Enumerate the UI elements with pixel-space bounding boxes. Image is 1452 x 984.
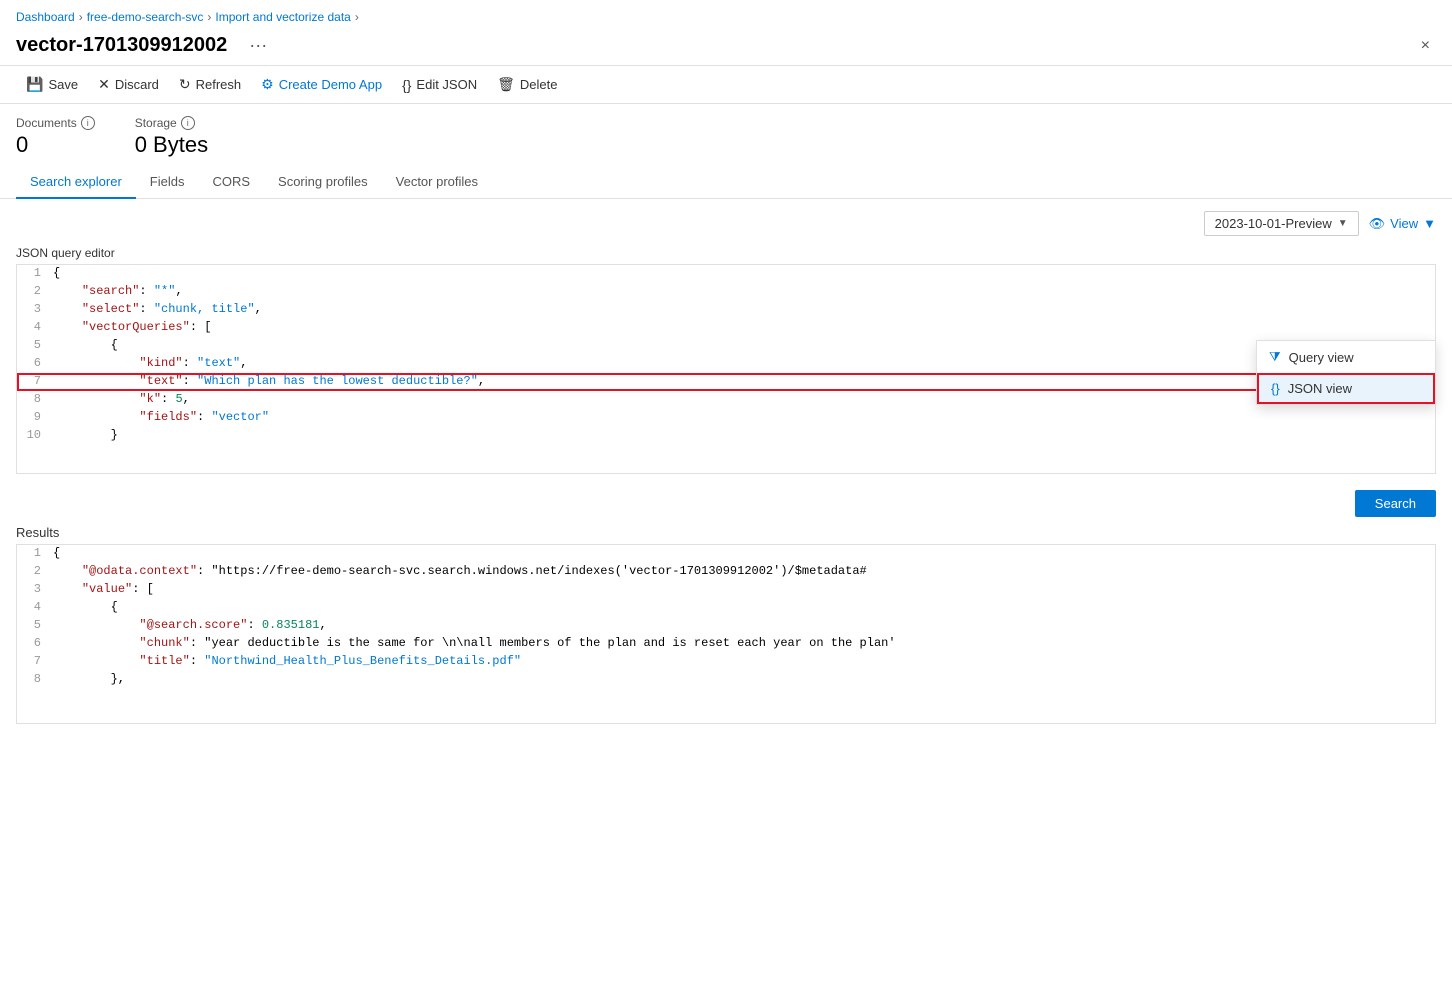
create-demo-button[interactable]: ⚙ Create Demo App	[251, 72, 392, 97]
storage-value: 0 Bytes	[135, 132, 208, 158]
funnel-icon: ⧩	[1269, 349, 1281, 365]
tab-search-explorer[interactable]: Search explorer	[16, 166, 136, 199]
tab-fields[interactable]: Fields	[136, 166, 199, 199]
edit-json-button[interactable]: {} Edit JSON	[392, 73, 487, 97]
results-section: Results 1{2 "@odata.context": "https://f…	[16, 525, 1436, 724]
code-line-7: 7 "text": "Which plan has the lowest ded…	[17, 373, 1435, 391]
code-line-3: 3 "value": [	[17, 581, 1435, 599]
save-button[interactable]: 💾 Save	[16, 72, 88, 97]
code-line-1: 1{	[17, 265, 1435, 283]
refresh-icon: ↻	[179, 76, 191, 93]
code-line-6: 6 "chunk": "year deductible is the same …	[17, 635, 1435, 653]
toolbar: 💾 Save ✕ Discard ↻ Refresh ⚙ Create Demo…	[0, 65, 1452, 104]
tab-cors[interactable]: CORS	[198, 166, 264, 199]
search-button[interactable]: Search	[1355, 490, 1436, 517]
main-content: 2023-10-01-Preview ▼ 👁 View ▼ ⧩ Query vi…	[0, 211, 1452, 724]
documents-info-icon[interactable]: i	[81, 116, 95, 130]
close-button[interactable]: ×	[1415, 35, 1436, 57]
refresh-button[interactable]: ↻ Refresh	[169, 72, 251, 97]
breadcrumb-import[interactable]: Import and vectorize data	[215, 10, 350, 24]
discard-icon: ✕	[98, 76, 110, 93]
eye-icon: 👁	[1369, 216, 1386, 232]
page-header: vector-1701309912002 ··· ×	[0, 30, 1452, 65]
edit-json-icon: {}	[402, 77, 411, 93]
tab-vector-profiles[interactable]: Vector profiles	[382, 166, 492, 199]
code-line-1: 1{	[17, 545, 1435, 563]
page-title: vector-1701309912002	[16, 34, 227, 57]
code-line-10: 10 }	[17, 427, 1435, 445]
code-line-4: 4 "vectorQueries": [	[17, 319, 1435, 337]
breadcrumb: Dashboard › free-demo-search-svc › Impor…	[0, 0, 1452, 30]
code-line-2: 2 "search": "*",	[17, 283, 1435, 301]
code-line-8: 8 },	[17, 671, 1435, 689]
delete-button[interactable]: 🗑 Delete	[487, 72, 567, 97]
discard-button[interactable]: ✕ Discard	[88, 72, 169, 97]
results-label: Results	[16, 525, 1436, 540]
editor-label: JSON query editor	[16, 246, 1436, 260]
braces-icon: {}	[1271, 381, 1280, 396]
documents-value: 0	[16, 132, 95, 158]
version-dropdown[interactable]: 2023-10-01-Preview ▼	[1204, 211, 1359, 236]
editor-toolbar: 2023-10-01-Preview ▼ 👁 View ▼	[16, 211, 1436, 236]
tab-scoring-profiles[interactable]: Scoring profiles	[264, 166, 382, 199]
code-line-5: 5 "@search.score": 0.835181,	[17, 617, 1435, 635]
breadcrumb-service[interactable]: free-demo-search-svc	[87, 10, 204, 24]
code-line-5: 5 {	[17, 337, 1435, 355]
storage-info-icon[interactable]: i	[181, 116, 195, 130]
query-view-option[interactable]: ⧩ Query view	[1257, 341, 1435, 373]
code-line-7: 7 "title": "Northwind_Health_Plus_Benefi…	[17, 653, 1435, 671]
storage-stat: Storage i 0 Bytes	[135, 116, 208, 158]
delete-icon: 🗑	[497, 76, 515, 93]
tab-bar: Search explorer Fields CORS Scoring prof…	[0, 166, 1452, 199]
search-button-row: Search	[16, 482, 1436, 525]
stats-section: Documents i 0 Storage i 0 Bytes	[0, 104, 1452, 166]
view-menu-dropdown: ⧩ Query view {} JSON view	[1256, 340, 1436, 405]
documents-stat: Documents i 0	[16, 116, 95, 158]
results-editor: 1{2 "@odata.context": "https://free-demo…	[16, 544, 1436, 724]
view-chevron-icon: ▼	[1423, 216, 1436, 231]
code-line-3: 3 "select": "chunk, title",	[17, 301, 1435, 319]
save-icon: 💾	[26, 76, 43, 93]
json-editor-section: JSON query editor 1{2 "search": "*",3 "s…	[16, 246, 1436, 474]
json-view-option[interactable]: {} JSON view	[1257, 373, 1435, 404]
code-line-8: 8 "k": 5,	[17, 391, 1435, 409]
code-line-9: 9 "fields": "vector"	[17, 409, 1435, 427]
code-line-2: 2 "@odata.context": "https://free-demo-s…	[17, 563, 1435, 581]
view-button[interactable]: 👁 View ▼	[1369, 216, 1436, 232]
json-editor[interactable]: 1{2 "search": "*",3 "select": "chunk, ti…	[16, 264, 1436, 474]
code-line-4: 4 {	[17, 599, 1435, 617]
breadcrumb-dashboard[interactable]: Dashboard	[16, 10, 75, 24]
create-demo-icon: ⚙	[261, 76, 274, 93]
chevron-down-icon: ▼	[1338, 218, 1348, 229]
header-more-menu[interactable]: ···	[249, 35, 267, 56]
code-line-6: 6 "kind": "text",	[17, 355, 1435, 373]
